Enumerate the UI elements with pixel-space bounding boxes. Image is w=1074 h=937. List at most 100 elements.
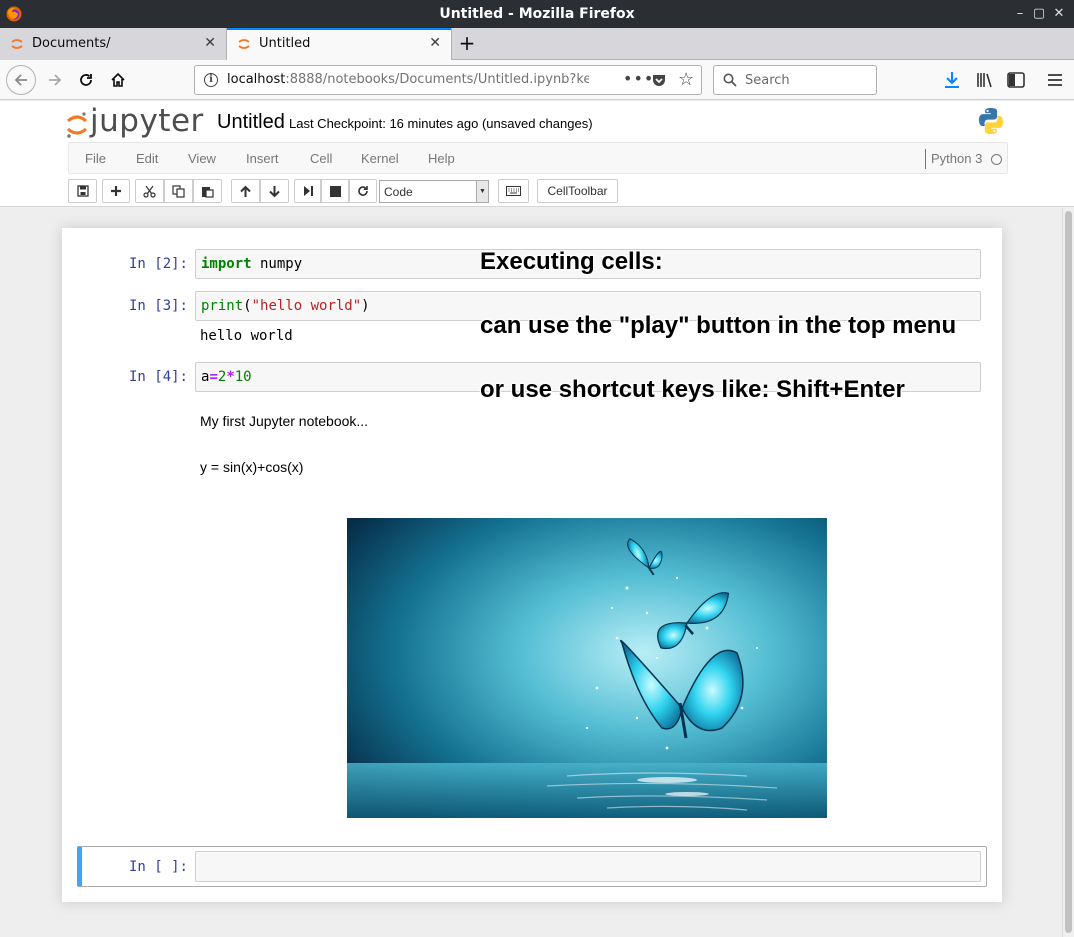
- close-tab-icon[interactable]: ✕: [429, 35, 441, 51]
- arrow-left-icon: [14, 74, 27, 86]
- code-keyword: import: [201, 256, 252, 272]
- code-string: "hello world": [251, 298, 362, 314]
- bookmark-star-icon[interactable]: ☆: [678, 69, 694, 90]
- menu-kernel[interactable]: Kernel: [361, 151, 399, 166]
- step-forward-icon: [303, 186, 313, 196]
- move-up-button[interactable]: [231, 179, 260, 203]
- stop-icon: [329, 185, 341, 197]
- page-actions-icon[interactable]: •••: [623, 69, 654, 88]
- close-tab-icon[interactable]: ✕: [204, 35, 216, 51]
- scrollbar-thumb[interactable]: [1065, 211, 1072, 933]
- copy-button[interactable]: [164, 179, 193, 203]
- insert-cell-button[interactable]: [102, 179, 130, 203]
- url-path: :8888/notebooks/Documents/Untitled.ipynb…: [285, 72, 589, 87]
- code-text: (: [243, 298, 252, 314]
- reload-icon: [80, 74, 92, 86]
- celltoolbar-button[interactable]: CellToolbar: [537, 179, 618, 203]
- interrupt-kernel-button[interactable]: [321, 179, 349, 203]
- keyboard-icon: [506, 186, 521, 196]
- markdown-text: My first Jupyter notebook...: [200, 413, 369, 429]
- arrow-right-icon: [49, 74, 62, 86]
- code-operator: *: [226, 369, 235, 385]
- window-title: Untitled - Mozilla Firefox: [439, 6, 635, 22]
- notebook-toolbar: Code ▼ CellToolbar: [68, 179, 1008, 205]
- library-icon[interactable]: [975, 70, 995, 90]
- tab-label: Documents/: [32, 36, 111, 51]
- search-icon: [723, 73, 737, 87]
- cell-type-select[interactable]: Code ▼: [379, 180, 489, 203]
- code-text: numpy: [251, 256, 303, 272]
- command-palette-button[interactable]: [498, 179, 529, 203]
- restart-kernel-button[interactable]: [349, 179, 377, 203]
- jupyter-logo-icon: [67, 112, 87, 138]
- minimize-button[interactable]: –: [1011, 5, 1029, 23]
- home-icon: [111, 72, 125, 87]
- menu-view[interactable]: View: [188, 151, 216, 166]
- cell-prompt: In [2]:: [128, 256, 188, 272]
- cell-prompt: In [ ]:: [128, 859, 188, 875]
- save-button[interactable]: [68, 179, 97, 203]
- menu-insert[interactable]: Insert: [246, 151, 279, 166]
- menu-edit[interactable]: Edit: [136, 151, 158, 166]
- back-button[interactable]: [6, 65, 36, 95]
- home-button[interactable]: [104, 67, 132, 93]
- downloads-icon[interactable]: [942, 70, 962, 90]
- new-tab-button[interactable]: +: [456, 32, 478, 54]
- code-text: ): [361, 298, 370, 314]
- window-titlebar: Untitled - Mozilla Firefox – ▢ ✕: [0, 0, 1074, 28]
- tab-documents[interactable]: Documents/ ✕: [0, 28, 226, 60]
- code-line: a=2*10: [201, 369, 252, 385]
- url-host: localhost: [227, 72, 286, 87]
- plus-icon: [111, 186, 121, 196]
- reload-button[interactable]: [72, 67, 100, 93]
- code-cell-input[interactable]: [195, 851, 981, 882]
- cell-prompt: In [3]:: [128, 298, 188, 314]
- sidebar-icon[interactable]: [1006, 70, 1026, 90]
- url-bar[interactable]: i localhost:8888/notebooks/Documents/Unt…: [194, 65, 702, 95]
- notebook-name[interactable]: Untitled: [217, 111, 285, 134]
- menu-help[interactable]: Help: [428, 151, 455, 166]
- checkpoint-status: Last Checkpoint: 16 minutes ago (unsaved…: [289, 116, 593, 131]
- site-info-icon[interactable]: i: [204, 73, 218, 87]
- cell-output: hello world: [200, 328, 293, 344]
- move-down-button[interactable]: [260, 179, 289, 203]
- jupyter-logo-text: jupyter: [90, 103, 204, 139]
- tab-label: Untitled: [259, 36, 311, 51]
- restart-icon: [358, 186, 368, 196]
- annotation-line: can use the "play" button in the top men…: [480, 312, 957, 339]
- forward-button[interactable]: [41, 67, 69, 93]
- save-icon: [76, 185, 89, 197]
- url-text[interactable]: localhost:8888/notebooks/Documents/Untit…: [227, 72, 589, 87]
- code-builtin: print: [201, 298, 244, 314]
- tab-strip: Documents/ ✕ Untitled ✕: [0, 28, 1074, 60]
- menu-file[interactable]: File: [85, 151, 106, 166]
- code-line: import numpy: [201, 256, 302, 272]
- close-window-button[interactable]: ✕: [1050, 5, 1068, 23]
- kernel-idle-indicator-icon: [991, 154, 1002, 165]
- jupyter-favicon-icon: [11, 39, 23, 49]
- search-bar[interactable]: [713, 65, 877, 95]
- paste-button[interactable]: [193, 179, 222, 203]
- menu-cell[interactable]: Cell: [310, 151, 332, 166]
- annotation-heading: Executing cells:: [480, 248, 663, 275]
- annotation-line: or use shortcut keys like: Shift+Enter: [480, 376, 905, 403]
- butterfly-image: [347, 518, 827, 818]
- arrow-up-icon: [240, 185, 251, 197]
- run-cell-button[interactable]: [294, 179, 321, 203]
- cell-type-value: Code: [384, 185, 413, 199]
- arrow-down-icon: [269, 185, 280, 197]
- hamburger-menu-icon[interactable]: [1045, 70, 1065, 90]
- python-logo-icon: [979, 108, 1003, 134]
- copy-icon: [172, 184, 185, 198]
- pocket-icon[interactable]: [651, 72, 667, 88]
- maximize-button[interactable]: ▢: [1030, 5, 1048, 23]
- cut-button[interactable]: [135, 179, 164, 203]
- page-scrollbar[interactable]: [1062, 208, 1074, 937]
- jupyter-header: jupyter Untitled Last Checkpoint: 16 min…: [0, 101, 1074, 207]
- tab-untitled[interactable]: Untitled ✕: [226, 28, 452, 60]
- jupyter-logo[interactable]: jupyter: [66, 103, 206, 139]
- search-input[interactable]: [745, 70, 870, 90]
- markdown-text: y = sin(x)+cos(x): [200, 459, 304, 475]
- code-operator: =: [209, 369, 218, 385]
- kernel-name: Python 3: [931, 151, 983, 166]
